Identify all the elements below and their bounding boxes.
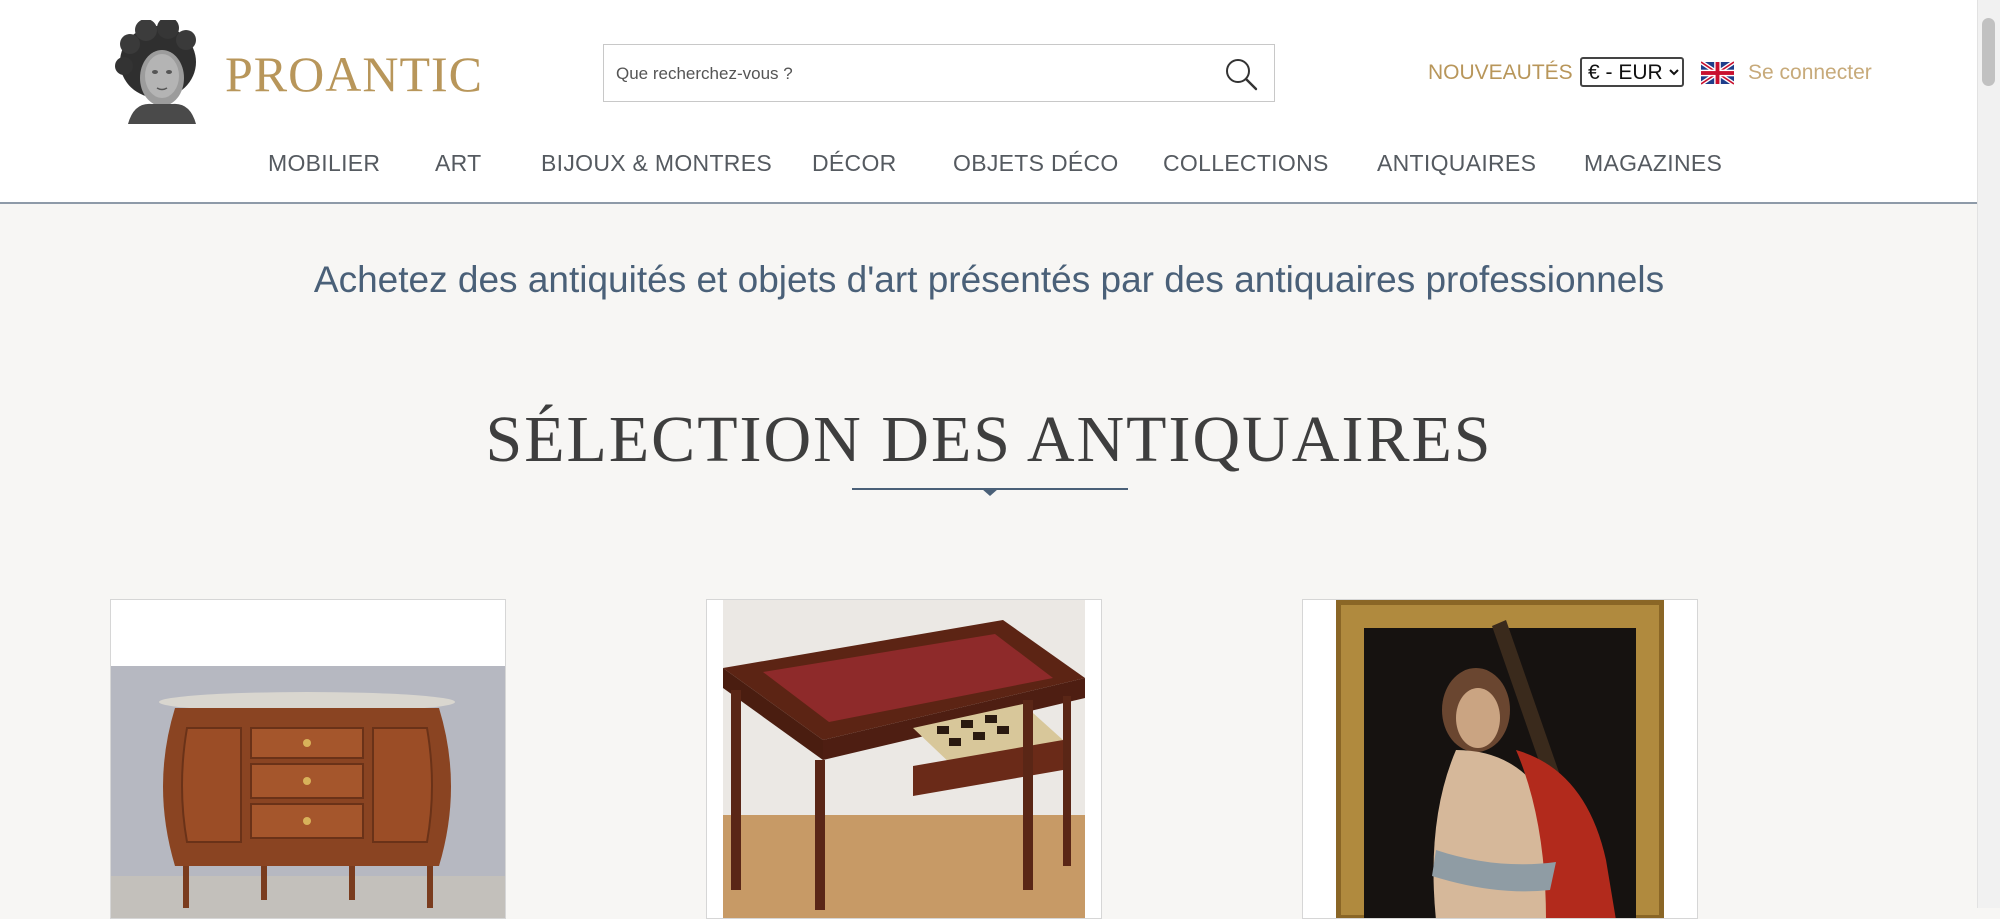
nouveautes-link[interactable]: NOUVEAUTÉS	[1428, 58, 1573, 88]
search-icon[interactable]	[1224, 57, 1258, 91]
product-image-writing-desk[interactable]	[723, 600, 1085, 919]
product-image-commode[interactable]	[111, 666, 506, 919]
nav-item-magazines[interactable]: MAGAZINES	[1584, 148, 1722, 178]
uk-flag-icon[interactable]	[1701, 61, 1734, 85]
tagline: Achetez des antiquités et objets d'art p…	[313, 259, 1665, 300]
title-divider	[852, 488, 1128, 496]
nav-item-mobilier[interactable]: MOBILIER	[268, 148, 380, 178]
scrollbar-thumb[interactable]	[1982, 18, 1995, 86]
section-title: SÉLECTION DES ANTIQUAIRES	[485, 403, 1493, 476]
logo-bust-icon[interactable]	[110, 20, 210, 124]
logo-text[interactable]: PROANTIC	[225, 44, 483, 104]
nav-item-bijoux-montres[interactable]: BIJOUX & MONTRES	[541, 148, 772, 178]
product-card[interactable]	[706, 599, 1102, 919]
page-scrollbar[interactable]	[1977, 0, 2000, 908]
site-header: PROANTIC NOUVEAUTÉS € - EUR Se connecter…	[0, 0, 1978, 204]
currency-select[interactable]: € - EUR	[1580, 57, 1684, 87]
nav-item-objets-deco[interactable]: OBJETS DÉCO	[953, 148, 1119, 178]
product-card[interactable]	[110, 599, 506, 919]
product-image-painting[interactable]	[1336, 600, 1664, 919]
product-card[interactable]	[1302, 599, 1698, 919]
main-nav: MOBILIER ART BIJOUX & MONTRES DÉCOR OBJE…	[0, 148, 1978, 178]
nav-item-art[interactable]: ART	[435, 148, 482, 178]
nav-item-collections[interactable]: COLLECTIONS	[1163, 148, 1329, 178]
login-link[interactable]: Se connecter	[1748, 58, 1872, 88]
search-input[interactable]	[614, 45, 1208, 103]
nav-item-antiquaires[interactable]: ANTIQUAIRES	[1377, 148, 1536, 178]
search-box	[603, 44, 1275, 103]
nav-item-decor[interactable]: DÉCOR	[812, 148, 897, 178]
